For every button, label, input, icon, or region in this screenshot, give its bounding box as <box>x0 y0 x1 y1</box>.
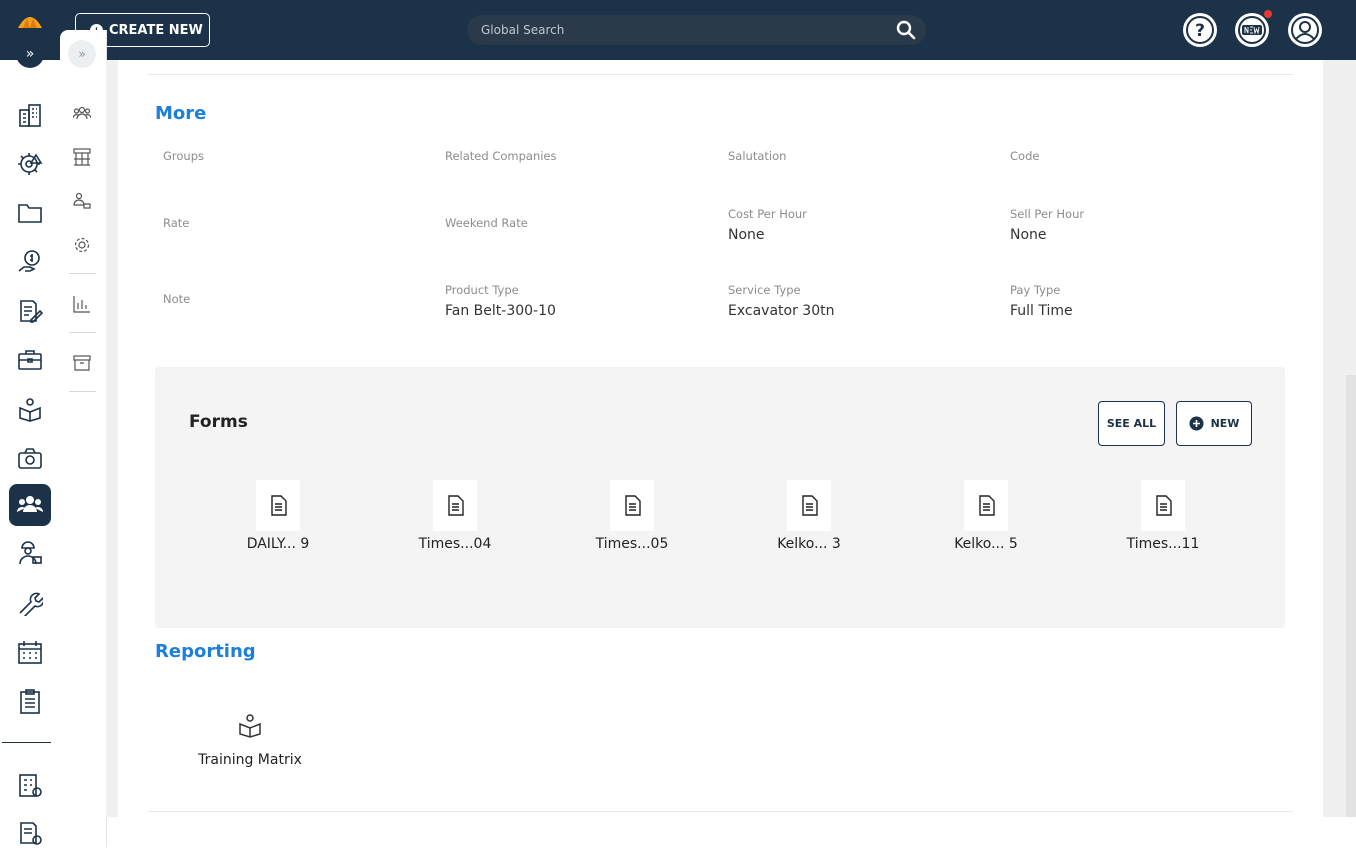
collapse-flyout-icon[interactable]: » <box>68 40 96 68</box>
wrench-icon[interactable] <box>9 582 51 624</box>
document-icon <box>787 480 831 531</box>
report-name: Training Matrix <box>198 752 302 768</box>
field-label: Note <box>163 292 191 306</box>
field-label: Service Type <box>728 283 801 297</box>
user-profile-icon[interactable] <box>1288 13 1322 47</box>
global-search <box>467 15 926 45</box>
report-item[interactable]: Training Matrix <box>190 712 310 768</box>
reporting-section-title: Reporting <box>155 641 256 662</box>
field-label: Weekend Rate <box>445 216 528 230</box>
document-icon <box>610 480 654 531</box>
field-label: Product Type <box>445 283 519 297</box>
field-label: Rate <box>163 216 190 230</box>
form-name: DAILY... 9 <box>246 536 310 552</box>
section-divider <box>148 74 1293 75</box>
global-search-input[interactable] <box>481 21 881 39</box>
calendar-icon[interactable] <box>9 631 51 673</box>
building-settings-icon[interactable] <box>9 764 51 806</box>
plus-circle-icon <box>1189 416 1204 431</box>
chart-icon[interactable] <box>71 293 93 315</box>
notification-dot <box>1264 10 1272 18</box>
clipboard-icon[interactable] <box>9 680 51 722</box>
document-icon <box>433 480 477 531</box>
main-content: More Groups Related Companies Salutation… <box>118 60 1323 817</box>
worker-icon[interactable] <box>9 533 51 575</box>
new-form-label: NEW <box>1210 417 1240 430</box>
field-value: None <box>1010 227 1047 243</box>
see-all-label: SEE ALL <box>1106 417 1157 430</box>
field-value: Fan Belt-300-10 <box>445 303 556 319</box>
content-gutter <box>106 60 118 817</box>
field-label: Salutation <box>728 149 787 163</box>
secondary-sidebar: » <box>60 30 106 847</box>
form-item[interactable]: Kelko... 3 <box>749 480 869 552</box>
section-divider <box>148 811 1293 812</box>
field-label: Groups <box>163 149 205 163</box>
document-icon <box>964 480 1008 531</box>
field-label: Sell Per Hour <box>1010 207 1085 221</box>
briefcase-icon[interactable] <box>9 339 51 381</box>
settings-icon[interactable] <box>71 234 93 256</box>
flyout-divider <box>69 332 96 333</box>
form-item[interactable]: Times...04 <box>395 480 515 552</box>
field-label: Cost Per Hour <box>728 207 807 221</box>
top-bar: + CREATE NEW ? <box>0 0 1356 60</box>
form-item[interactable]: DAILY... 9 <box>218 480 338 552</box>
document-icon <box>256 480 300 531</box>
archive-icon[interactable] <box>71 352 93 374</box>
sidebar-divider <box>2 742 51 743</box>
form-name: Times...11 <box>1126 536 1200 552</box>
field-label: Related Companies <box>445 149 557 163</box>
forms-title: Forms <box>189 412 248 432</box>
flyout-divider <box>69 391 96 392</box>
form-item[interactable]: Kelko... 5 <box>926 480 1046 552</box>
form-name: Times...04 <box>418 536 492 552</box>
camera-icon[interactable] <box>9 437 51 479</box>
report-settings-icon[interactable] <box>9 812 51 854</box>
form-item[interactable]: Times...05 <box>572 480 692 552</box>
search-icon[interactable] <box>896 20 916 40</box>
hierarchy-icon[interactable] <box>71 190 93 212</box>
form-name: Kelko... 5 <box>954 536 1018 552</box>
new-form-button[interactable]: NEW <box>1176 401 1252 446</box>
new-features-icon[interactable] <box>1235 13 1269 47</box>
field-value: Excavator 30tn <box>728 303 835 319</box>
group-icon[interactable] <box>71 102 93 124</box>
create-new-label: CREATE NEW <box>109 22 203 38</box>
form-item[interactable]: Times...11 <box>1103 480 1223 552</box>
primary-sidebar: » <box>0 40 60 847</box>
forms-panel: Forms SEE ALL NEW DAILY... 9 Times...04 … <box>155 367 1285 628</box>
alert-gear-icon[interactable] <box>9 143 51 185</box>
field-label: Code <box>1010 149 1040 163</box>
flyout-divider <box>69 273 96 274</box>
see-all-button[interactable]: SEE ALL <box>1098 401 1165 446</box>
edit-document-icon[interactable] <box>9 290 51 332</box>
people-icon[interactable] <box>9 484 51 526</box>
field-value: Full Time <box>1010 303 1073 319</box>
folder-icon[interactable] <box>9 192 51 234</box>
form-name: Times...05 <box>595 536 669 552</box>
training-icon[interactable] <box>9 388 51 430</box>
expand-sidebar-icon[interactable]: » <box>16 40 44 68</box>
field-value: None <box>728 227 765 243</box>
org-chart-icon[interactable] <box>71 146 93 168</box>
help-icon[interactable]: ? <box>1183 13 1217 47</box>
money-icon[interactable] <box>9 241 51 283</box>
app-logo-icon[interactable] <box>17 12 43 30</box>
svg-text:?: ? <box>1195 21 1205 41</box>
building-icon[interactable] <box>9 94 51 136</box>
more-section-title: More <box>155 103 207 124</box>
document-icon <box>1141 480 1185 531</box>
form-name: Kelko... 3 <box>777 536 841 552</box>
field-label: Pay Type <box>1010 283 1061 297</box>
scrollbar-thumb[interactable] <box>1346 375 1356 817</box>
training-icon <box>239 714 261 738</box>
